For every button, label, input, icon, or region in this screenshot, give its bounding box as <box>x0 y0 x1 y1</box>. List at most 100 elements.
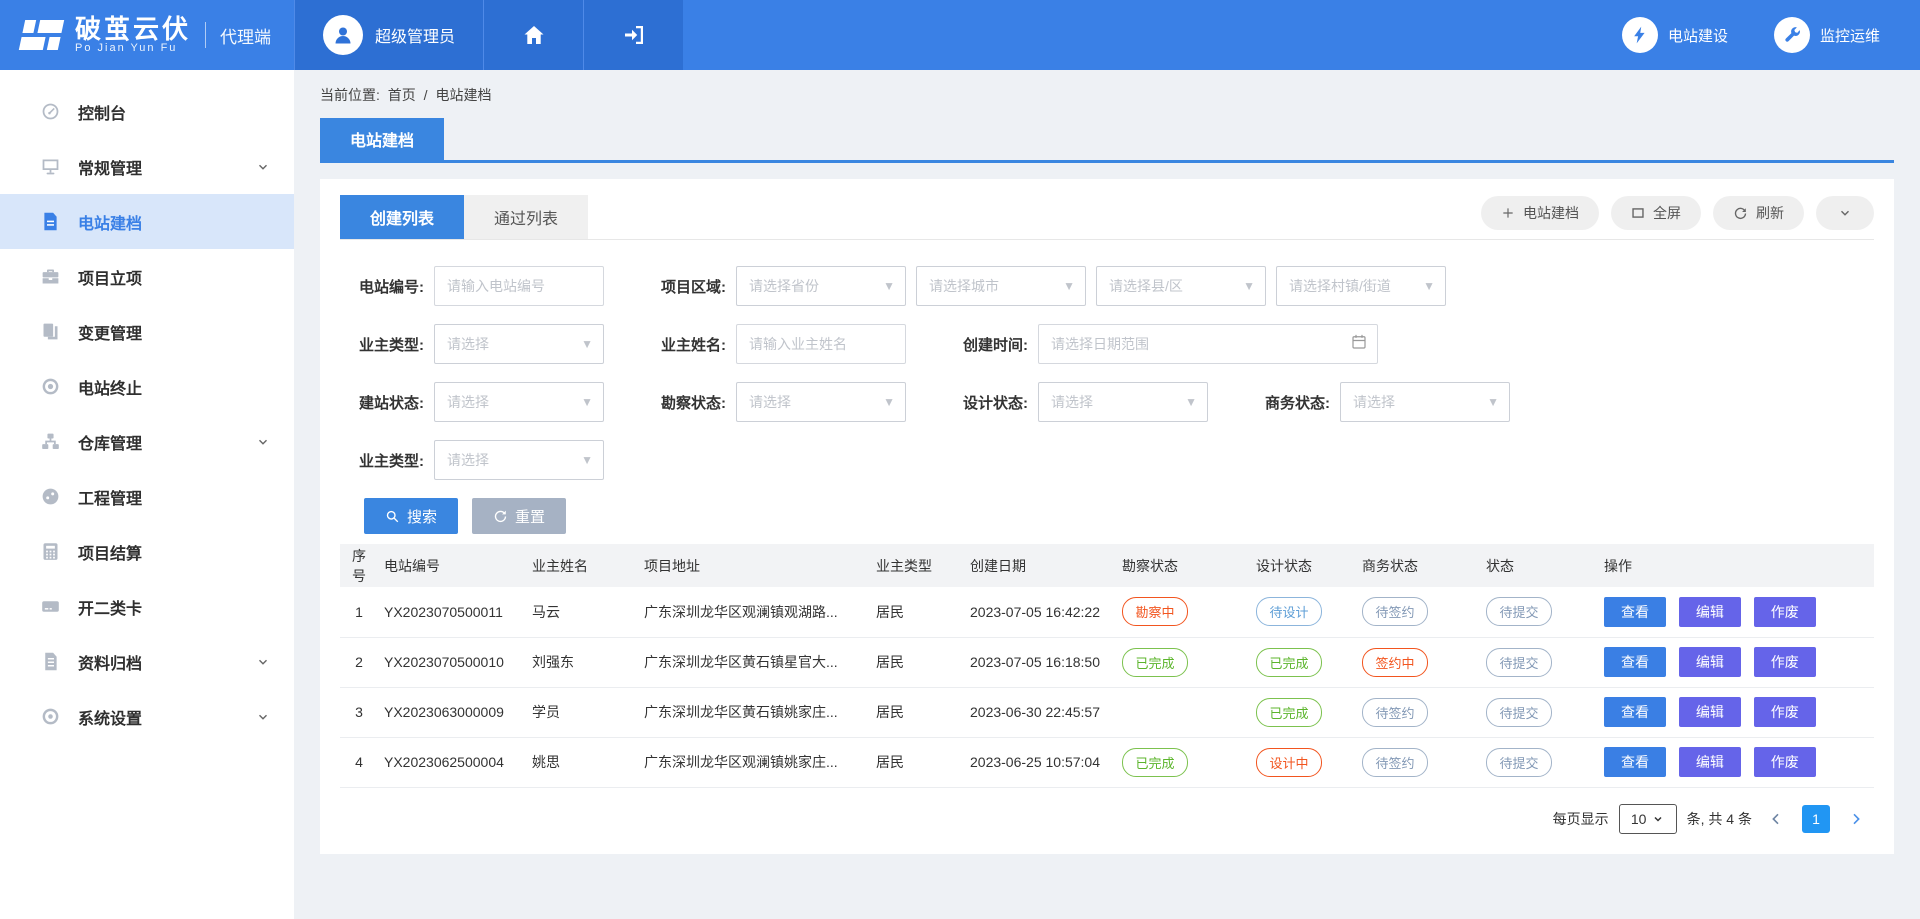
cell-seq: 2 <box>340 637 378 687</box>
owner-type2-select[interactable]: 请选择 ▼ <box>434 440 604 480</box>
caret-down-icon: ▼ <box>1487 395 1499 409</box>
create-station-button[interactable]: 电站建档 <box>1481 196 1599 230</box>
sidebar-item-station-archive[interactable]: 电站建档 <box>0 194 294 249</box>
user-menu[interactable]: 超级管理员 <box>294 0 483 70</box>
reset-button[interactable]: 重置 <box>472 498 566 534</box>
home-button[interactable] <box>483 0 583 70</box>
cell-created: 2023-07-05 16:18:50 <box>964 637 1116 687</box>
sidebar-item-label: 系统设置 <box>78 705 142 729</box>
status-badge: 待提交 <box>1486 748 1552 777</box>
void-button[interactable]: 作废 <box>1754 647 1816 677</box>
main-content: 当前位置: 首页 / 电站建档 电站建档 创建列表 通过列表 电站建档 <box>294 70 1920 919</box>
sidebar-item-general-mgmt[interactable]: 常规管理 <box>0 139 294 194</box>
caret-down-icon: ▼ <box>883 279 895 293</box>
sidebar-item-console[interactable]: 控制台 <box>0 84 294 139</box>
page-1-button[interactable]: 1 <box>1802 805 1830 833</box>
meter-icon <box>40 486 61 507</box>
refresh-button[interactable]: 刷新 <box>1713 196 1804 230</box>
col-business: 商务状态 <box>1356 544 1480 587</box>
owner-type-select[interactable]: 请选择 ▼ <box>434 324 604 364</box>
logout-button[interactable] <box>583 0 683 70</box>
sidebar-item-label: 资料归档 <box>78 650 142 674</box>
filter-row-1: 电站编号: 项目区域: 请选择省份 ▼ 请选择城市 ▼ <box>342 266 1874 306</box>
region-label: 项目区域: <box>644 276 726 297</box>
sidebar-item-project-initiation[interactable]: 项目立项 <box>0 249 294 304</box>
col-owner-type: 业主类型 <box>870 544 964 587</box>
next-page-button[interactable] <box>1842 809 1870 829</box>
panel-header: 创建列表 通过列表 电站建档 全屏 刷新 <box>340 195 1874 240</box>
cell-code: YX2023062500004 <box>378 737 526 787</box>
logo-title: 破茧云伏 <box>75 16 191 43</box>
col-design: 设计状态 <box>1250 544 1356 587</box>
date-range-input[interactable] <box>1038 324 1378 364</box>
void-button[interactable]: 作废 <box>1754 697 1816 727</box>
view-button[interactable]: 查看 <box>1604 647 1666 677</box>
collapse-panel-button[interactable] <box>1816 196 1874 230</box>
status-badge: 待提交 <box>1486 698 1552 727</box>
station-code-input[interactable] <box>434 266 604 306</box>
void-button[interactable]: 作废 <box>1754 747 1816 777</box>
sidebar-item-warehouse-mgmt[interactable]: 仓库管理 <box>0 414 294 469</box>
sidebar-item-station-termination[interactable]: 电站终止 <box>0 359 294 414</box>
edit-button[interactable]: 编辑 <box>1679 747 1741 777</box>
county-select[interactable]: 请选择县/区 ▼ <box>1096 266 1266 306</box>
survey-status-select[interactable]: 请选择 ▼ <box>736 382 906 422</box>
topbar: 破茧云伏 Po Jian Yun Fu 代理端 超级管理员 电站建设 监控运维 <box>0 0 1920 70</box>
chevron-down-icon <box>256 655 270 669</box>
per-page-select[interactable]: 10 <box>1619 804 1677 834</box>
build-status-select[interactable]: 请选择 ▼ <box>434 382 604 422</box>
page-tab-station-archive[interactable]: 电站建档 <box>320 118 444 160</box>
cell-address: 广东深圳龙华区观澜镇姚家庄... <box>638 737 870 787</box>
sidebar-item-engineering-mgmt[interactable]: 工程管理 <box>0 469 294 524</box>
table-body: 1 YX2023070500011 马云 广东深圳龙华区观澜镇观湖路... 居民… <box>340 587 1874 787</box>
cell-owner-type: 居民 <box>870 737 964 787</box>
chevron-down-icon <box>1838 206 1852 220</box>
design-status-select[interactable]: 请选择 ▼ <box>1038 382 1208 422</box>
nav-station-build[interactable]: 电站建设 <box>1622 17 1728 53</box>
edit-button[interactable]: 编辑 <box>1679 697 1741 727</box>
prev-page-button[interactable] <box>1762 809 1790 829</box>
status-badge: 待提交 <box>1486 597 1552 626</box>
owner-type2-label: 业主类型: <box>342 450 424 471</box>
tab-create-list[interactable]: 创建列表 <box>340 195 464 239</box>
sidebar-item-data-archive[interactable]: 资料归档 <box>0 634 294 689</box>
wrench-icon <box>1774 17 1810 53</box>
edit-button[interactable]: 编辑 <box>1679 647 1741 677</box>
view-button[interactable]: 查看 <box>1604 697 1666 727</box>
owner-name-input[interactable] <box>736 324 906 364</box>
sidebar-item-system-settings[interactable]: 系统设置 <box>0 689 294 744</box>
filter-business-status: 商务状态: 请选择 ▼ <box>1248 382 1510 422</box>
void-button[interactable]: 作废 <box>1754 597 1816 627</box>
target-icon <box>40 376 61 397</box>
city-select[interactable]: 请选择城市 ▼ <box>916 266 1086 306</box>
caret-down-icon: ▼ <box>581 453 593 467</box>
sidebar-item-type2-card[interactable]: 开二类卡 <box>0 579 294 634</box>
status-badge: 已完成 <box>1256 648 1322 677</box>
view-button[interactable]: 查看 <box>1604 597 1666 627</box>
filter-region: 项目区域: 请选择省份 ▼ 请选择城市 ▼ 请选择县/区 ▼ <box>644 266 1446 306</box>
tab-passed-list[interactable]: 通过列表 <box>464 195 588 239</box>
cell-owner-type: 居民 <box>870 687 964 737</box>
refresh-label: 刷新 <box>1756 203 1784 223</box>
plus-icon <box>1501 206 1515 220</box>
breadcrumb-home[interactable]: 首页 <box>388 87 416 103</box>
nav-monitor-ops[interactable]: 监控运维 <box>1774 17 1880 53</box>
business-status-placeholder: 请选择 <box>1353 392 1395 412</box>
town-select[interactable]: 请选择村镇/街道 ▼ <box>1276 266 1446 306</box>
province-select[interactable]: 请选择省份 ▼ <box>736 266 906 306</box>
portal-label: 代理端 <box>220 23 271 48</box>
filter-build-status: 建站状态: 请选择 ▼ <box>342 382 604 422</box>
owner-type-label: 业主类型: <box>342 334 424 355</box>
view-button[interactable]: 查看 <box>1604 747 1666 777</box>
sidebar-item-change-mgmt[interactable]: 变更管理 <box>0 304 294 359</box>
logo-text: 破茧云伏 Po Jian Yun Fu <box>75 16 191 55</box>
design-status-label: 设计状态: <box>946 392 1028 413</box>
sidebar-item-label: 仓库管理 <box>78 430 142 454</box>
sidebar-item-project-settlement[interactable]: 项目结算 <box>0 524 294 579</box>
business-status-label: 商务状态: <box>1248 392 1330 413</box>
business-status-select[interactable]: 请选择 ▼ <box>1340 382 1510 422</box>
edit-button[interactable]: 编辑 <box>1679 597 1741 627</box>
search-button[interactable]: 搜索 <box>364 498 458 534</box>
fullscreen-button[interactable]: 全屏 <box>1611 196 1701 230</box>
sidebar-item-label: 变更管理 <box>78 320 142 344</box>
